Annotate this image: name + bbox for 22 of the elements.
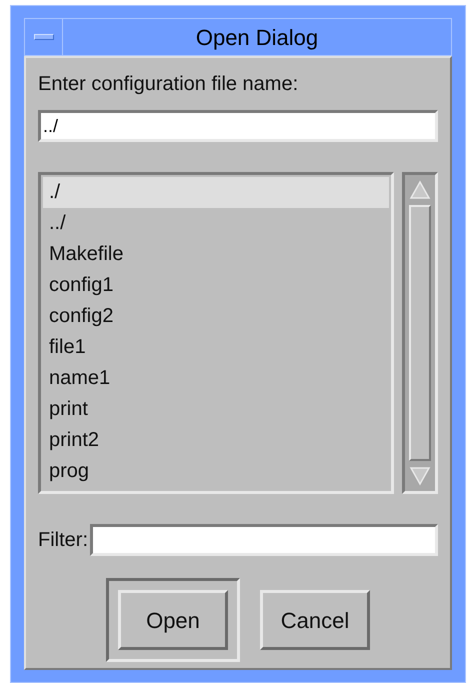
file-item[interactable]: name1 <box>43 363 389 394</box>
file-item[interactable]: file1 <box>43 332 389 363</box>
dialog-button[interactable]: Cancel <box>260 590 370 650</box>
filter-label: Filter: <box>38 528 88 553</box>
file-item[interactable]: ./ <box>43 177 389 208</box>
file-item[interactable]: ../ <box>43 208 389 239</box>
file-item[interactable]: print2 <box>43 425 389 456</box>
file-item[interactable]: config2 <box>43 301 389 332</box>
scroll-thumb[interactable] <box>408 205 431 461</box>
file-item[interactable]: config1 <box>43 270 389 301</box>
prompt-label: Enter configuration file name: <box>38 72 300 97</box>
file-name-field[interactable]: ../ <box>38 110 438 142</box>
filter-field[interactable] <box>90 524 438 556</box>
scroll-down-icon[interactable] <box>408 465 431 487</box>
scrollbar[interactable] <box>402 172 438 494</box>
file-item[interactable]: prog <box>43 456 389 487</box>
scroll-up-icon[interactable] <box>408 179 431 201</box>
file-item[interactable]: Makefile <box>43 239 389 270</box>
file-item[interactable]: print <box>43 394 389 425</box>
window-title: Open Dialog <box>196 24 318 52</box>
window-menu-button[interactable] <box>34 34 54 40</box>
dialog-button[interactable]: Open <box>118 590 228 650</box>
